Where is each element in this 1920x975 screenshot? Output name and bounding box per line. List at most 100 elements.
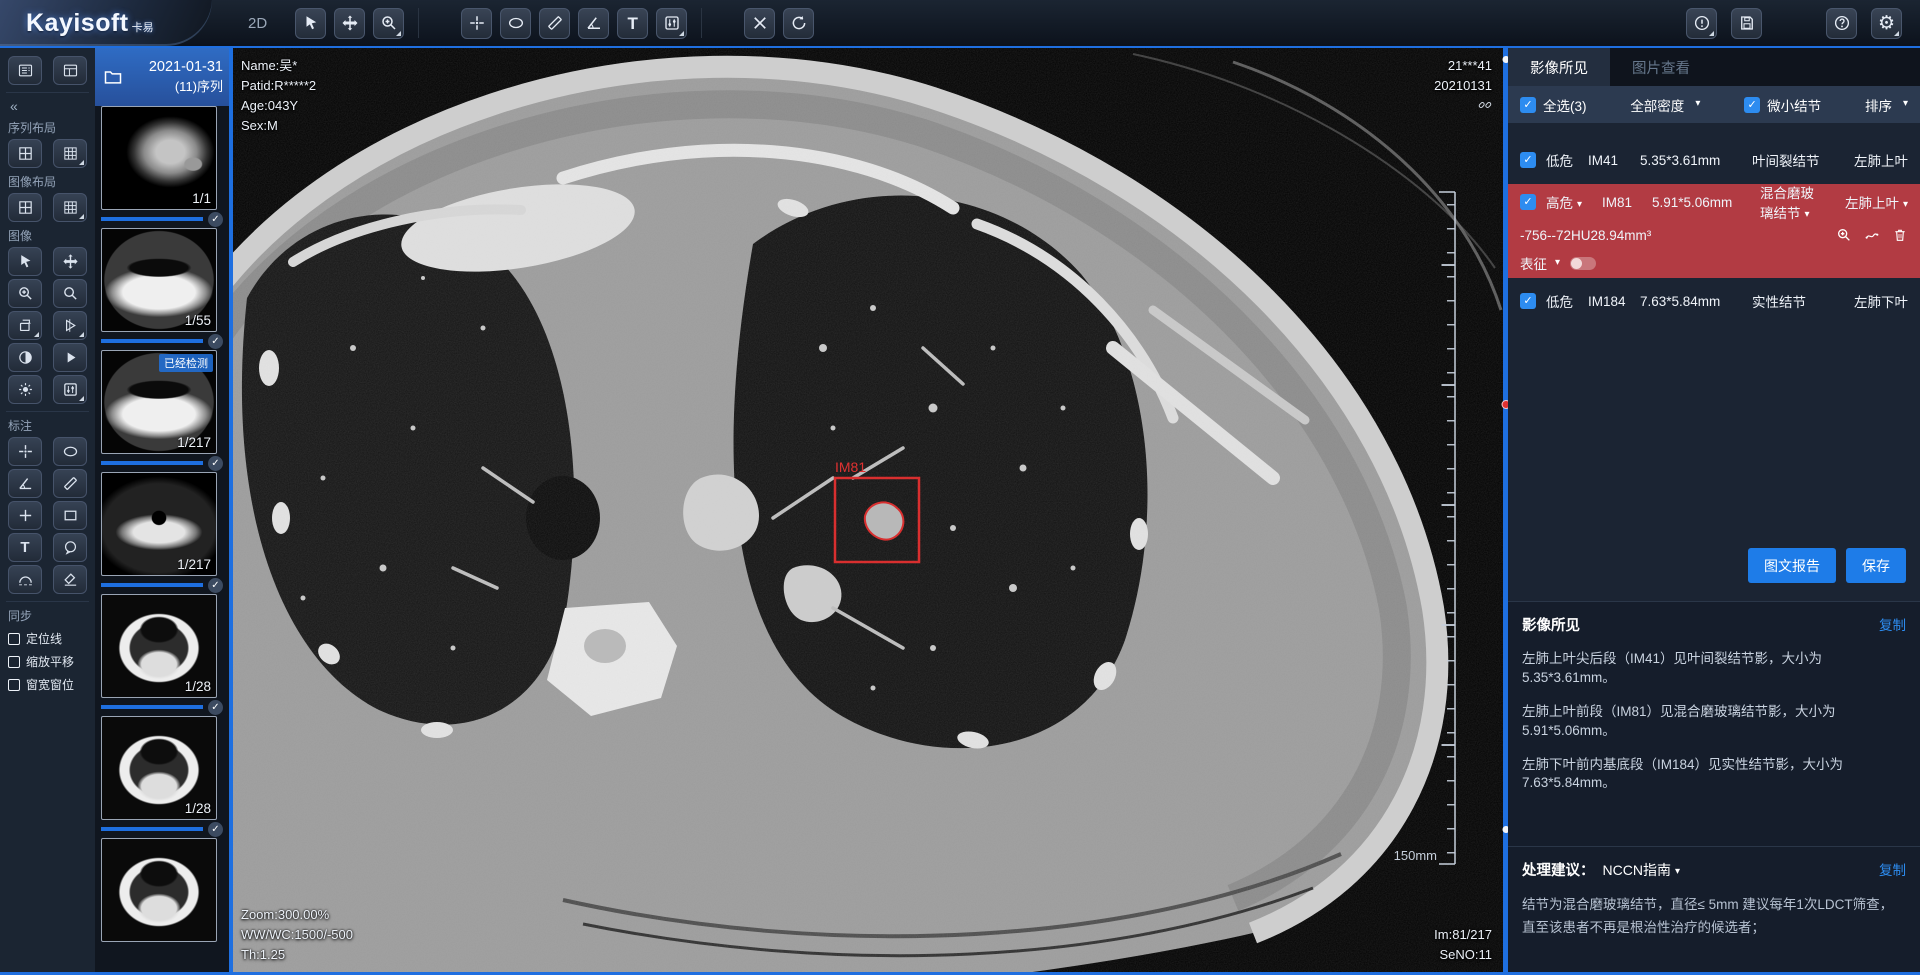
delete-annotation-button[interactable] (744, 8, 775, 39)
micro-nodule-option[interactable]: 微小结节 (1744, 95, 1821, 115)
slider-position-marker[interactable] (1501, 400, 1508, 409)
tab-image-view[interactable]: 图片查看 (1610, 48, 1712, 86)
rotate-image-button[interactable] (8, 311, 42, 340)
curve-annotate-button[interactable] (8, 565, 42, 594)
invert-contrast-button[interactable] (8, 343, 42, 372)
checkbox-unchecked[interactable] (8, 656, 20, 668)
series-list-panel-button[interactable] (8, 56, 42, 85)
series-layout-3x3-button[interactable] (53, 139, 87, 168)
guideline-dropdown[interactable]: NCCN指南 (1603, 860, 1680, 880)
series-checked-icon[interactable] (208, 456, 223, 471)
series-checked-icon[interactable] (208, 700, 223, 715)
nodule-location-dropdown[interactable]: 左肺上叶 (1816, 192, 1908, 212)
window-level-button[interactable] (53, 375, 87, 404)
series-panel-header[interactable]: 2021-01-31 (11)序列 (95, 48, 233, 106)
report-panel-button[interactable] (53, 56, 87, 85)
measure-tool-button[interactable] (539, 8, 570, 39)
series-checked-icon[interactable] (208, 822, 223, 837)
save-image-button[interactable] (1731, 8, 1762, 39)
crosshair-annotate-button[interactable] (8, 437, 42, 466)
checkbox-unchecked[interactable] (8, 679, 20, 691)
text-tool-button[interactable]: T (617, 8, 648, 39)
slice-slider[interactable] (1503, 48, 1508, 975)
series-thumbnail[interactable]: 1/217 (101, 472, 223, 594)
collapse-sidebar-button[interactable]: « (10, 98, 87, 114)
window-level-tool-button[interactable] (656, 8, 687, 39)
nodule-checkbox[interactable] (1520, 293, 1536, 309)
nodule-row-im81-selected[interactable]: 高危 IM81 5.91*5.06mm 混合磨玻璃结节 左肺上叶 -756--7… (1508, 184, 1920, 278)
sort-dropdown[interactable]: 排序 (1865, 95, 1908, 115)
point-annotate-button[interactable] (8, 501, 42, 530)
series-thumbnail[interactable]: 1/28 (101, 594, 223, 716)
nodule-checkbox[interactable] (1520, 194, 1536, 210)
nodule-risk-dropdown[interactable]: 高危 (1546, 192, 1602, 212)
image-layout-3x3-button[interactable] (53, 193, 87, 222)
tab-image-findings[interactable]: 影像所见 (1508, 48, 1610, 86)
alert-button[interactable] (1686, 8, 1717, 39)
zoom-tool-button[interactable] (373, 8, 404, 39)
eraser-button[interactable] (53, 565, 87, 594)
ellipse-tool-button[interactable] (500, 8, 531, 39)
nodule-checkbox[interactable] (1520, 152, 1536, 168)
sync-localizer-option[interactable]: 定位线 (8, 630, 87, 647)
magnify-tool-button[interactable] (53, 279, 87, 308)
measure-annotate-button[interactable] (53, 469, 87, 498)
ct-image[interactable]: IM81 150mm (233, 48, 1508, 975)
sync-zoom-pan-option[interactable]: 缩放平移 (8, 653, 87, 670)
slider-top-dot[interactable] (1502, 56, 1508, 63)
contour-edit-icon[interactable] (1864, 227, 1880, 243)
ellipse-annotate-button[interactable] (53, 437, 87, 466)
nodule-type-dropdown[interactable]: 混合磨玻璃结节 (1760, 182, 1816, 222)
copy-recommendation-link[interactable]: 复制 (1879, 859, 1906, 879)
cine-play-button[interactable] (53, 343, 87, 372)
series-checked-icon[interactable] (208, 578, 223, 593)
nodule-row-im184[interactable]: 低危 IM184 7.63*5.84mm 实性结节 左肺下叶 (1508, 281, 1920, 321)
angle-annotate-button[interactable] (8, 469, 42, 498)
pan-tool-button[interactable] (53, 247, 87, 276)
rectangle-annotate-button[interactable] (53, 501, 87, 530)
image-layout-2x2-button[interactable] (8, 193, 42, 222)
locate-zoom-icon[interactable] (1836, 227, 1852, 243)
ct-viewport[interactable]: IM81 150mm Name:吴* Patid:R*****2 Age:043… (233, 48, 1508, 975)
report-button[interactable]: 图文报告 (1748, 548, 1836, 583)
thumbnail-image[interactable]: 1/55 (101, 228, 217, 332)
comment-annotate-button[interactable] (53, 533, 87, 562)
cursor-tool-button[interactable] (295, 8, 326, 39)
select-all-option[interactable]: 全选(3) (1520, 95, 1587, 115)
series-scrollbar[interactable] (229, 48, 233, 975)
sync-window-option[interactable]: 窗宽窗位 (8, 676, 87, 693)
reset-view-button[interactable] (783, 8, 814, 39)
series-thumbnail[interactable]: 1/55 (101, 228, 223, 350)
density-dropdown[interactable]: 全部密度 (1630, 95, 1700, 115)
series-thumbnail[interactable]: 1/1 (101, 106, 223, 228)
series-thumbnail[interactable] (101, 838, 223, 942)
trash-icon[interactable] (1892, 227, 1908, 243)
angle-tool-button[interactable] (578, 8, 609, 39)
slider-bottom-dot[interactable] (1502, 826, 1508, 833)
feature-toggle[interactable] (1570, 257, 1596, 270)
zoom-in-tool-button[interactable] (8, 279, 42, 308)
checkbox-checked[interactable] (1520, 97, 1536, 113)
thumbnail-image[interactable]: 1/28 (101, 594, 217, 698)
save-button[interactable]: 保存 (1846, 548, 1906, 583)
feature-dropdown[interactable]: 表征 (1520, 253, 1547, 273)
pan-tool-button[interactable] (334, 8, 365, 39)
thumbnail-image[interactable] (101, 838, 217, 942)
series-checked-icon[interactable] (208, 212, 223, 227)
settings-button[interactable]: ⚙ (1871, 8, 1902, 39)
help-button[interactable] (1826, 8, 1857, 39)
link-icon[interactable] (1478, 98, 1492, 112)
series-checked-icon[interactable] (208, 334, 223, 349)
cursor-tool-button[interactable] (8, 247, 42, 276)
crosshair-tool-button[interactable] (461, 8, 492, 39)
nodule-row-im41[interactable]: 低危 IM41 5.35*3.61mm 叶间裂结节 左肺上叶 (1508, 140, 1920, 180)
thumbnail-image[interactable]: 1/1 (101, 106, 217, 210)
series-thumbnail[interactable]: 1/28 (101, 716, 223, 838)
series-thumbnail-active[interactable]: 已经检测 1/217 (101, 350, 223, 472)
brightness-button[interactable] (8, 375, 42, 404)
checkbox-unchecked[interactable] (8, 633, 20, 645)
thumbnail-image[interactable]: 已经检测 1/217 (101, 350, 217, 454)
series-layout-2x2-button[interactable] (8, 139, 42, 168)
thumbnail-image[interactable]: 1/217 (101, 472, 217, 576)
text-annotate-button[interactable]: T (8, 533, 42, 562)
